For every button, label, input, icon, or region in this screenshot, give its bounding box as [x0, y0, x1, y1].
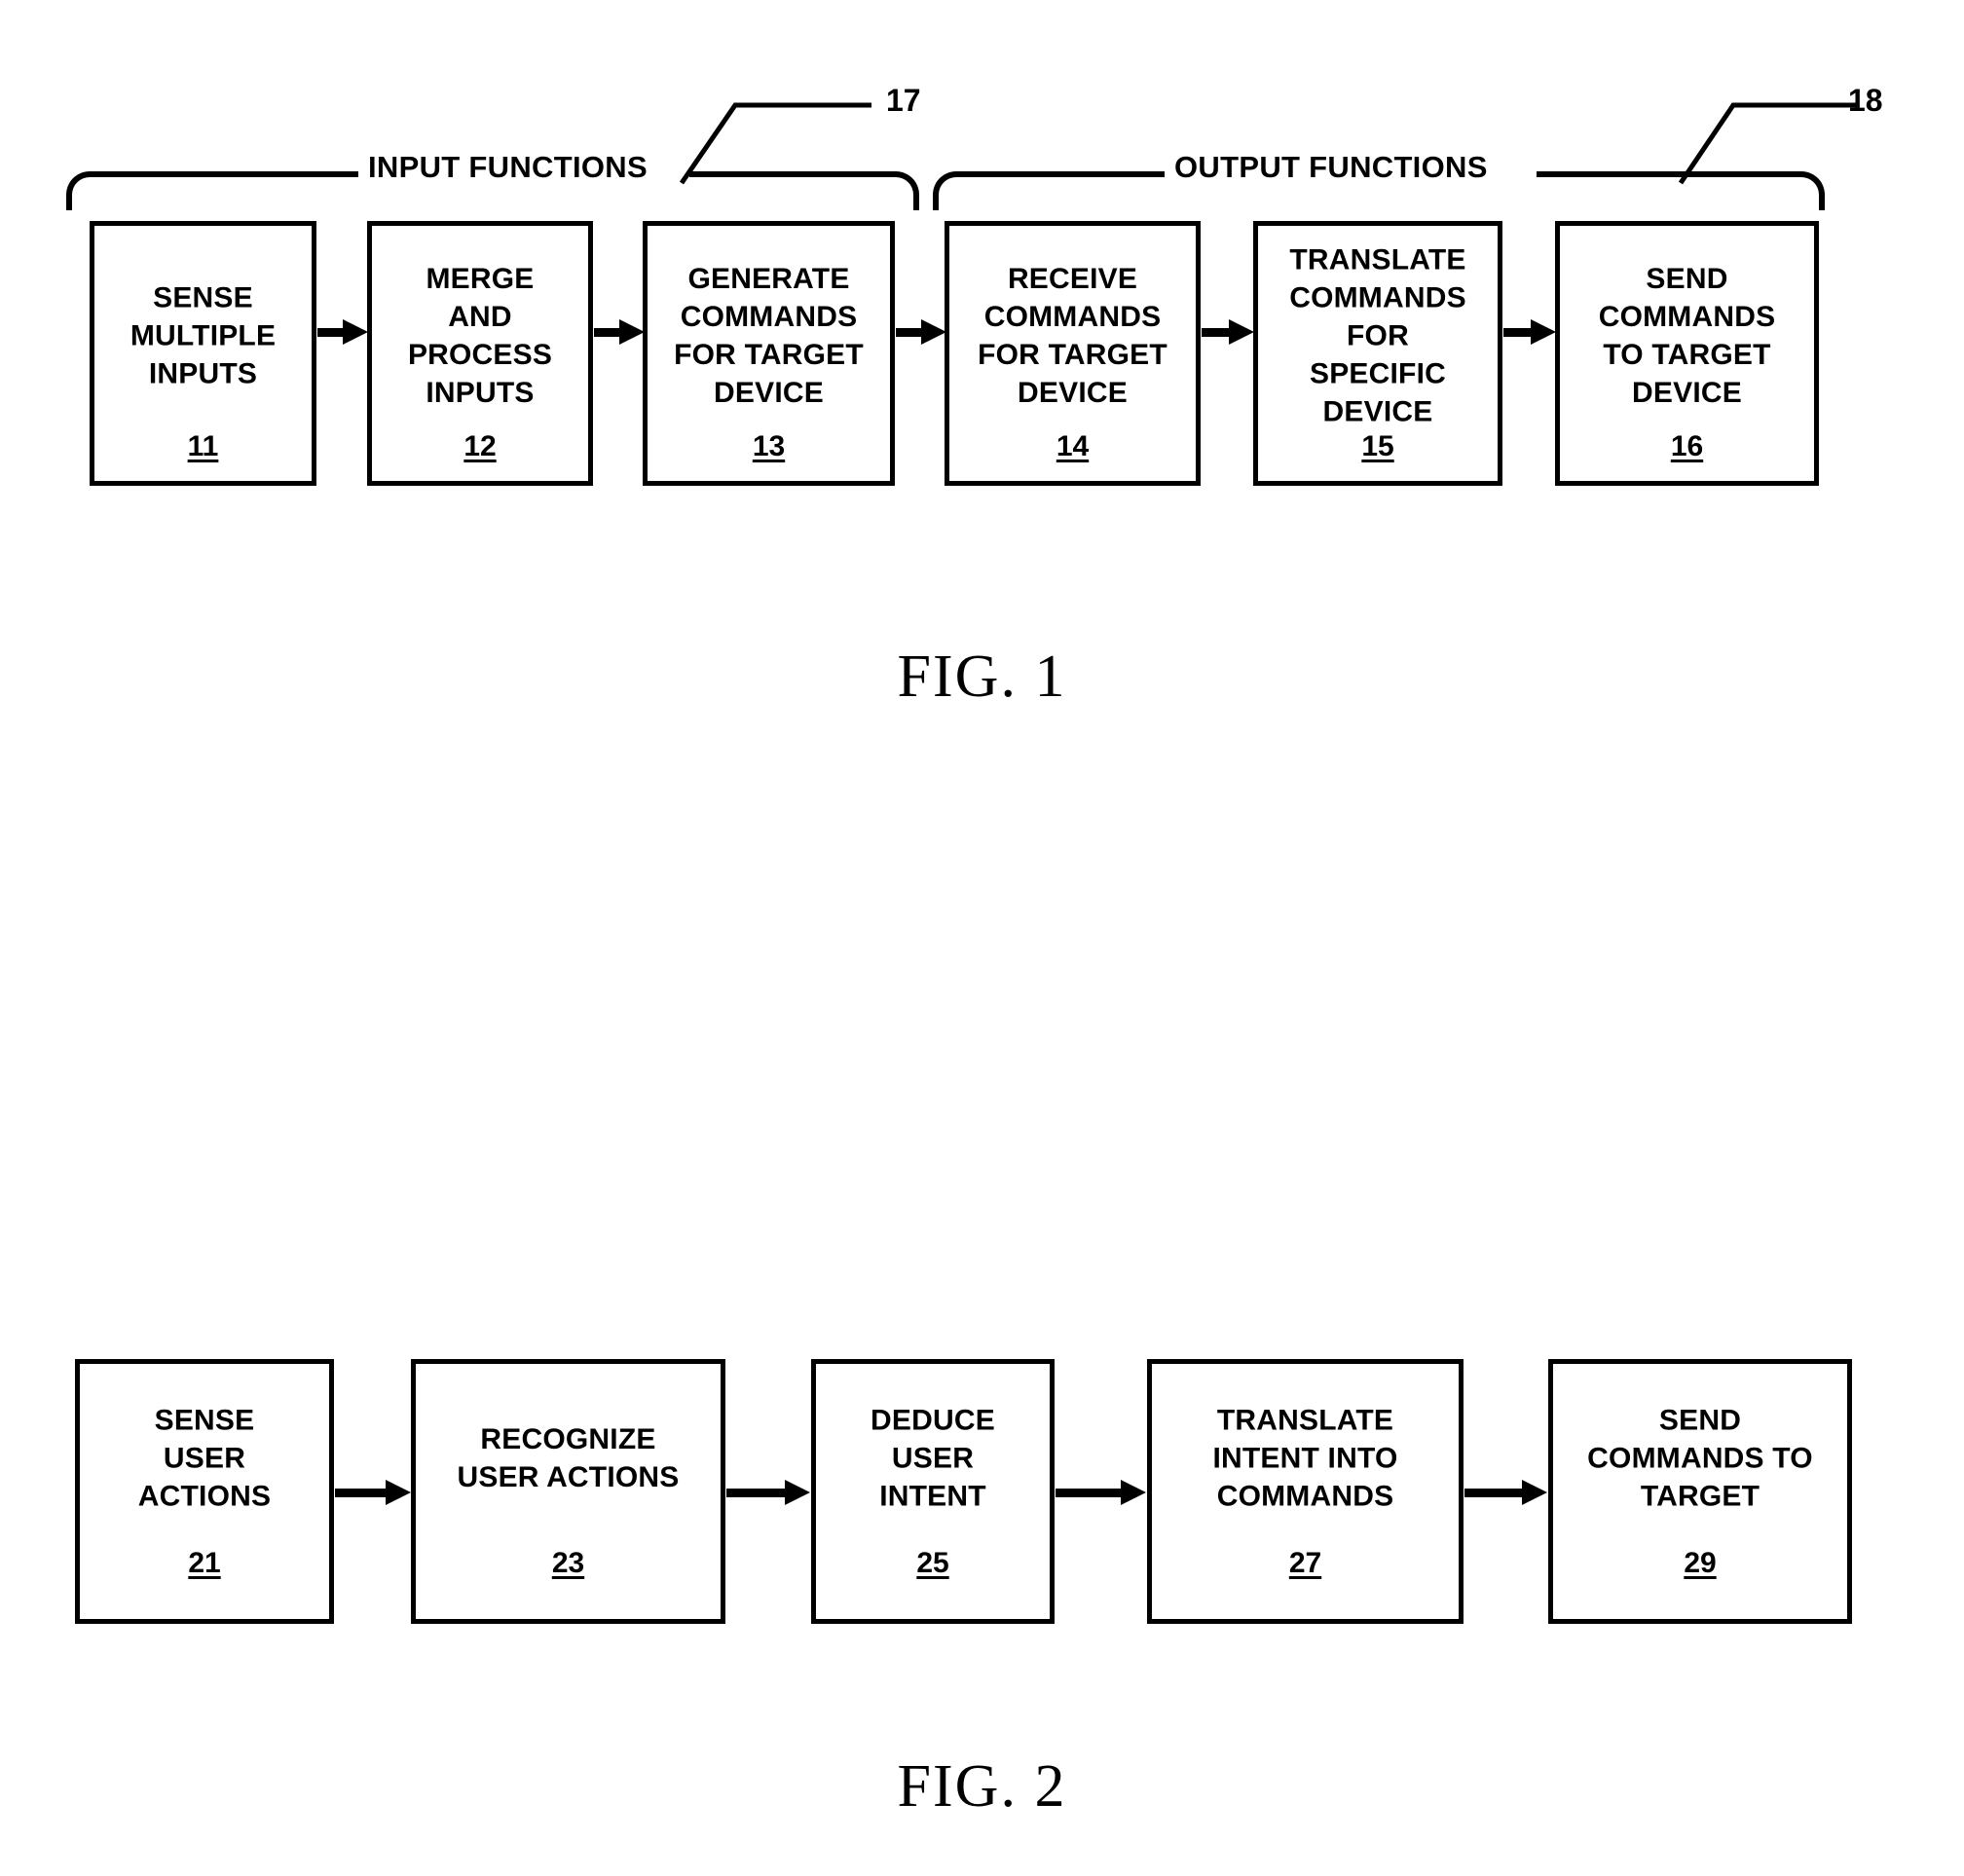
process-box-label: SEND COMMANDS TO TARGET [1587, 1404, 1813, 1513]
process-box-label: DEDUCE USER INTENT [871, 1404, 995, 1513]
process-box-label: SEND COMMANDS TO TARGET DEVICE [1598, 263, 1776, 409]
process-box-ref: 16 [1670, 430, 1704, 462]
arrow-27-to-29 [1464, 1480, 1547, 1505]
process-box-16: SEND COMMANDS TO TARGET DEVICE 16 [1555, 221, 1819, 486]
process-box-label: RECEIVE COMMANDS FOR TARGET DEVICE [978, 263, 1167, 409]
process-box-ref: 25 [916, 1547, 949, 1579]
lead-line-18 [1678, 102, 1858, 185]
process-box-label: SENSE USER ACTIONS [137, 1404, 272, 1513]
process-box-ref: 13 [752, 430, 786, 462]
process-box-13: GENERATE COMMANDS FOR TARGET DEVICE 13 [643, 221, 895, 486]
process-box-23: RECOGNIZE USER ACTIONS 23 [411, 1359, 725, 1624]
bracket-bar-left [90, 171, 360, 177]
process-box-11: SENSE MULTIPLE INPUTS 11 [90, 221, 316, 486]
process-box-ref: 11 [187, 430, 219, 462]
process-box-ref: 27 [1288, 1547, 1322, 1579]
arrow-25-to-27 [1056, 1480, 1146, 1505]
process-box-14: RECEIVE COMMANDS FOR TARGET DEVICE 14 [945, 221, 1201, 486]
arrow-12-to-13 [594, 319, 645, 345]
arrow-13-to-14 [896, 319, 946, 345]
arrow-15-to-16 [1503, 319, 1556, 345]
process-box-12: MERGE AND PROCESS INPUTS 12 [367, 221, 593, 486]
process-box-ref: 12 [463, 430, 497, 462]
figure-1-caption: FIG. 1 [897, 644, 1067, 710]
bracket-left-cap [66, 171, 92, 210]
patent-drawing-sheet: INPUT FUNCTIONS 17 OUTPUT FUNCTIONS 18 S… [0, 0, 1964, 1876]
arrow-11-to-12 [317, 319, 368, 345]
process-box-27: TRANSLATE INTENT INTO COMMANDS 27 [1147, 1359, 1464, 1624]
process-box-label: RECOGNIZE USER ACTIONS [457, 1423, 680, 1493]
process-box-25: DEDUCE USER INTENT 25 [811, 1359, 1055, 1624]
process-box-15: TRANSLATE COMMANDS FOR SPECIFIC DEVICE 1… [1253, 221, 1502, 486]
process-box-ref: 29 [1684, 1547, 1717, 1579]
arrow-23-to-25 [726, 1480, 810, 1505]
reference-numeral-17: 17 [886, 83, 921, 118]
reference-numeral-18: 18 [1848, 83, 1883, 118]
process-box-label: GENERATE COMMANDS FOR TARGET DEVICE [674, 263, 864, 409]
process-box-29: SEND COMMANDS TO TARGET 29 [1548, 1359, 1852, 1624]
process-box-label: MERGE AND PROCESS INPUTS [407, 263, 553, 409]
arrow-14-to-15 [1202, 319, 1254, 345]
process-box-ref: 15 [1361, 430, 1394, 462]
process-box-label: TRANSLATE COMMANDS FOR SPECIFIC DEVICE [1289, 243, 1466, 428]
bracket-label-input-functions: INPUT FUNCTIONS [358, 150, 657, 185]
process-box-ref: 23 [551, 1547, 585, 1579]
process-box-21: SENSE USER ACTIONS 21 [75, 1359, 334, 1624]
figure-2-caption: FIG. 2 [897, 1753, 1067, 1820]
process-box-label: SENSE MULTIPLE INPUTS [130, 281, 277, 390]
bracket-bar-left [956, 171, 1167, 177]
process-box-ref: 21 [188, 1547, 221, 1579]
process-box-ref: 14 [1056, 430, 1090, 462]
bracket-left-cap [933, 171, 958, 210]
arrow-21-to-23 [335, 1480, 411, 1505]
bracket-label-output-functions: OUTPUT FUNCTIONS [1165, 150, 1498, 185]
process-box-label: TRANSLATE INTENT INTO COMMANDS [1212, 1404, 1398, 1513]
